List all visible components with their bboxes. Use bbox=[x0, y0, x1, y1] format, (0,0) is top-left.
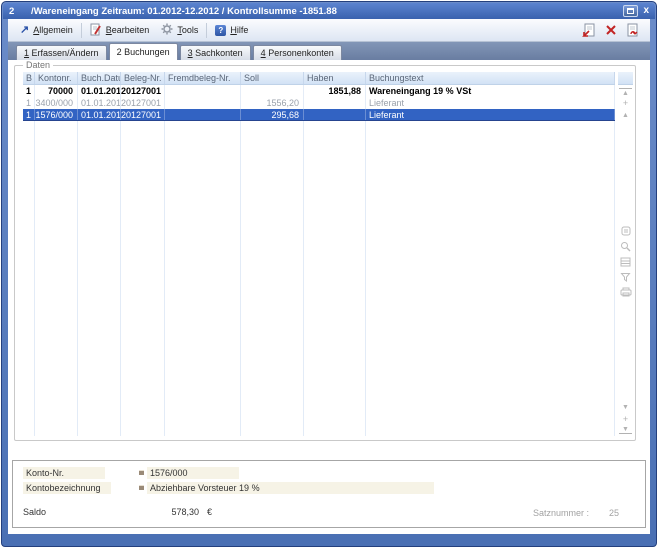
main-area: Daten B Kontonr. Buch.Datum Beleg-Nr. Fr… bbox=[8, 60, 650, 451]
saldo-currency: € bbox=[207, 507, 212, 517]
cell-buchdatum: 01.01.2012 bbox=[78, 85, 121, 97]
gear-icon bbox=[161, 23, 173, 37]
menu-allgemein[interactable]: ↗ Allgemein bbox=[14, 23, 79, 37]
window-title: /Wareneingang Zeitraum: 01.2012-12.2012 … bbox=[31, 6, 337, 17]
page-up-icon[interactable]: + bbox=[619, 97, 632, 109]
menu-label: Hilfe bbox=[230, 25, 248, 35]
cell-kontonr: 3400/000 bbox=[35, 97, 78, 109]
menu-separator bbox=[81, 23, 82, 38]
first-row-icon[interactable]: ▲ bbox=[619, 88, 632, 97]
cell-soll: 1556,20 bbox=[241, 97, 304, 109]
cell-buchungstext: Lieferant bbox=[366, 97, 615, 109]
cell-haben bbox=[304, 109, 366, 120]
satznummer-value: 25 bbox=[609, 508, 619, 518]
app-window: 2 /Wareneingang Zeitraum: 01.2012-12.201… bbox=[1, 1, 657, 547]
menu-tools[interactable]: Tools bbox=[155, 21, 204, 39]
column-header[interactable]: Fremdbeleg-Nr. bbox=[165, 72, 241, 84]
menu-label: Bearbeiten bbox=[106, 25, 150, 35]
equals-icon bbox=[139, 485, 144, 490]
cell-belegnr: 20127001 bbox=[121, 109, 165, 120]
satznummer: Satznummer : 25 bbox=[533, 508, 619, 518]
menu-label: Allgemein bbox=[33, 25, 73, 35]
menu-separator bbox=[206, 23, 207, 38]
table-header: B Kontonr. Buch.Datum Beleg-Nr. Fremdbel… bbox=[23, 72, 615, 85]
cell-fremdbeleg bbox=[165, 97, 241, 109]
detail-panel: Konto-Nr. 1576/000 Kontobezeichnung Abzi… bbox=[12, 460, 646, 528]
search-icon[interactable] bbox=[620, 241, 631, 252]
cell-soll: 295,68 bbox=[241, 109, 304, 120]
page-down-icon[interactable]: + bbox=[619, 413, 632, 425]
cell-kontonr: 70000 bbox=[35, 85, 78, 97]
cell-soll bbox=[241, 85, 304, 97]
cell-b: 1 bbox=[23, 97, 35, 109]
table-row[interactable]: 1 3400/000 01.01.2012 20127001 1556,20 L… bbox=[23, 97, 615, 109]
bookings-table: B Kontonr. Buch.Datum Beleg-Nr. Fremdbel… bbox=[23, 72, 615, 436]
tab-erfassen-aendern[interactable]: 1 Erfassen/Ändern bbox=[16, 45, 107, 60]
row-up-icon[interactable]: ▲ bbox=[619, 109, 632, 121]
last-row-icon[interactable]: ▼ bbox=[619, 425, 632, 434]
filter-icon[interactable] bbox=[620, 272, 631, 282]
cell-fremdbeleg bbox=[165, 109, 241, 120]
sum-icon[interactable] bbox=[620, 257, 631, 267]
help-icon: ? bbox=[215, 25, 226, 36]
restore-icon[interactable] bbox=[623, 5, 638, 17]
tab-sachkonten[interactable]: 3 Sachkonten bbox=[180, 45, 251, 60]
cell-haben bbox=[304, 97, 366, 109]
daten-groupbox: Daten B Kontonr. Buch.Datum Beleg-Nr. Fr… bbox=[14, 65, 636, 441]
tab-personenkonten[interactable]: 4 Personenkonten bbox=[253, 45, 342, 60]
arrow-up-right-icon: ↗ bbox=[20, 25, 29, 35]
table-row-selected[interactable]: 1 1576/000 01.01.2012 20127001 295,68 Li… bbox=[23, 109, 615, 121]
column-header[interactable]: Soll bbox=[241, 72, 304, 84]
table-side-toolbar: ▲ + ▲ ▼ + ▼ bbox=[618, 72, 633, 436]
row-down-icon[interactable]: ▼ bbox=[619, 401, 632, 413]
kontobezeichnung-label: Kontobezeichnung bbox=[23, 482, 111, 494]
cell-buchdatum: 01.01.2012 bbox=[78, 97, 121, 109]
konto-nr-field[interactable]: 1576/000 bbox=[147, 467, 239, 479]
cell-b: 1 bbox=[23, 85, 35, 97]
menu-hilfe[interactable]: ? Hilfe bbox=[209, 23, 254, 38]
cell-haben: 1851,88 bbox=[304, 85, 366, 97]
cell-fremdbeleg bbox=[165, 85, 241, 97]
tab-buchungen[interactable]: 2 Buchungen bbox=[109, 43, 178, 60]
column-header[interactable]: Buch.Datum bbox=[78, 72, 121, 84]
groupbox-legend: Daten bbox=[23, 60, 53, 70]
cell-belegnr: 20127001 bbox=[121, 85, 165, 97]
konto-nr-label: Konto-Nr. bbox=[23, 467, 105, 479]
print-icon[interactable] bbox=[620, 287, 632, 297]
window-number: 2 bbox=[9, 6, 31, 17]
column-header[interactable]: B bbox=[23, 72, 35, 84]
cell-buchdatum: 01.01.2012 bbox=[78, 109, 121, 120]
cell-b: 1 bbox=[23, 109, 35, 120]
cell-belegnr: 20127001 bbox=[121, 97, 165, 109]
cell-buchungstext: Wareneingang 19 % VSt bbox=[366, 85, 615, 97]
document-export-icon[interactable] bbox=[582, 23, 596, 38]
kontobezeichnung-field[interactable]: Abziehbare Vorsteuer 19 % bbox=[147, 482, 434, 494]
satznummer-label: Satznummer : bbox=[533, 508, 589, 518]
table-empty-grid bbox=[23, 121, 615, 436]
menubar: ↗ Allgemein Bearbeiten Tools ? Hilfe bbox=[8, 19, 650, 42]
tabstrip: 1 Erfassen/Ändern 2 Buchungen 3 Sachkont… bbox=[8, 42, 650, 60]
equals-icon bbox=[139, 470, 144, 475]
document-exit-icon[interactable] bbox=[626, 23, 640, 38]
page-edit-icon bbox=[90, 23, 102, 38]
saldo-value: 578,30 bbox=[141, 507, 199, 517]
columns-icon[interactable] bbox=[621, 226, 631, 236]
column-header[interactable]: Haben bbox=[304, 72, 366, 84]
table-row[interactable]: 1 70000 01.01.2012 20127001 1851,88 Ware… bbox=[23, 85, 615, 97]
column-header[interactable]: Buchungstext bbox=[366, 72, 615, 84]
cell-buchungstext: Lieferant bbox=[366, 109, 615, 120]
saldo-label: Saldo bbox=[23, 507, 46, 517]
close-icon[interactable]: x bbox=[643, 6, 649, 16]
cell-kontonr: 1576/000 bbox=[35, 109, 78, 120]
menu-label: Tools bbox=[177, 25, 198, 35]
table-header-corner bbox=[618, 72, 633, 85]
column-header[interactable]: Kontonr. bbox=[35, 72, 78, 84]
titlebar: 2 /Wareneingang Zeitraum: 01.2012-12.201… bbox=[3, 3, 655, 19]
column-header[interactable]: Beleg-Nr. bbox=[121, 72, 165, 84]
menu-bearbeiten[interactable]: Bearbeiten bbox=[84, 21, 156, 40]
delete-x-icon[interactable] bbox=[605, 24, 617, 36]
